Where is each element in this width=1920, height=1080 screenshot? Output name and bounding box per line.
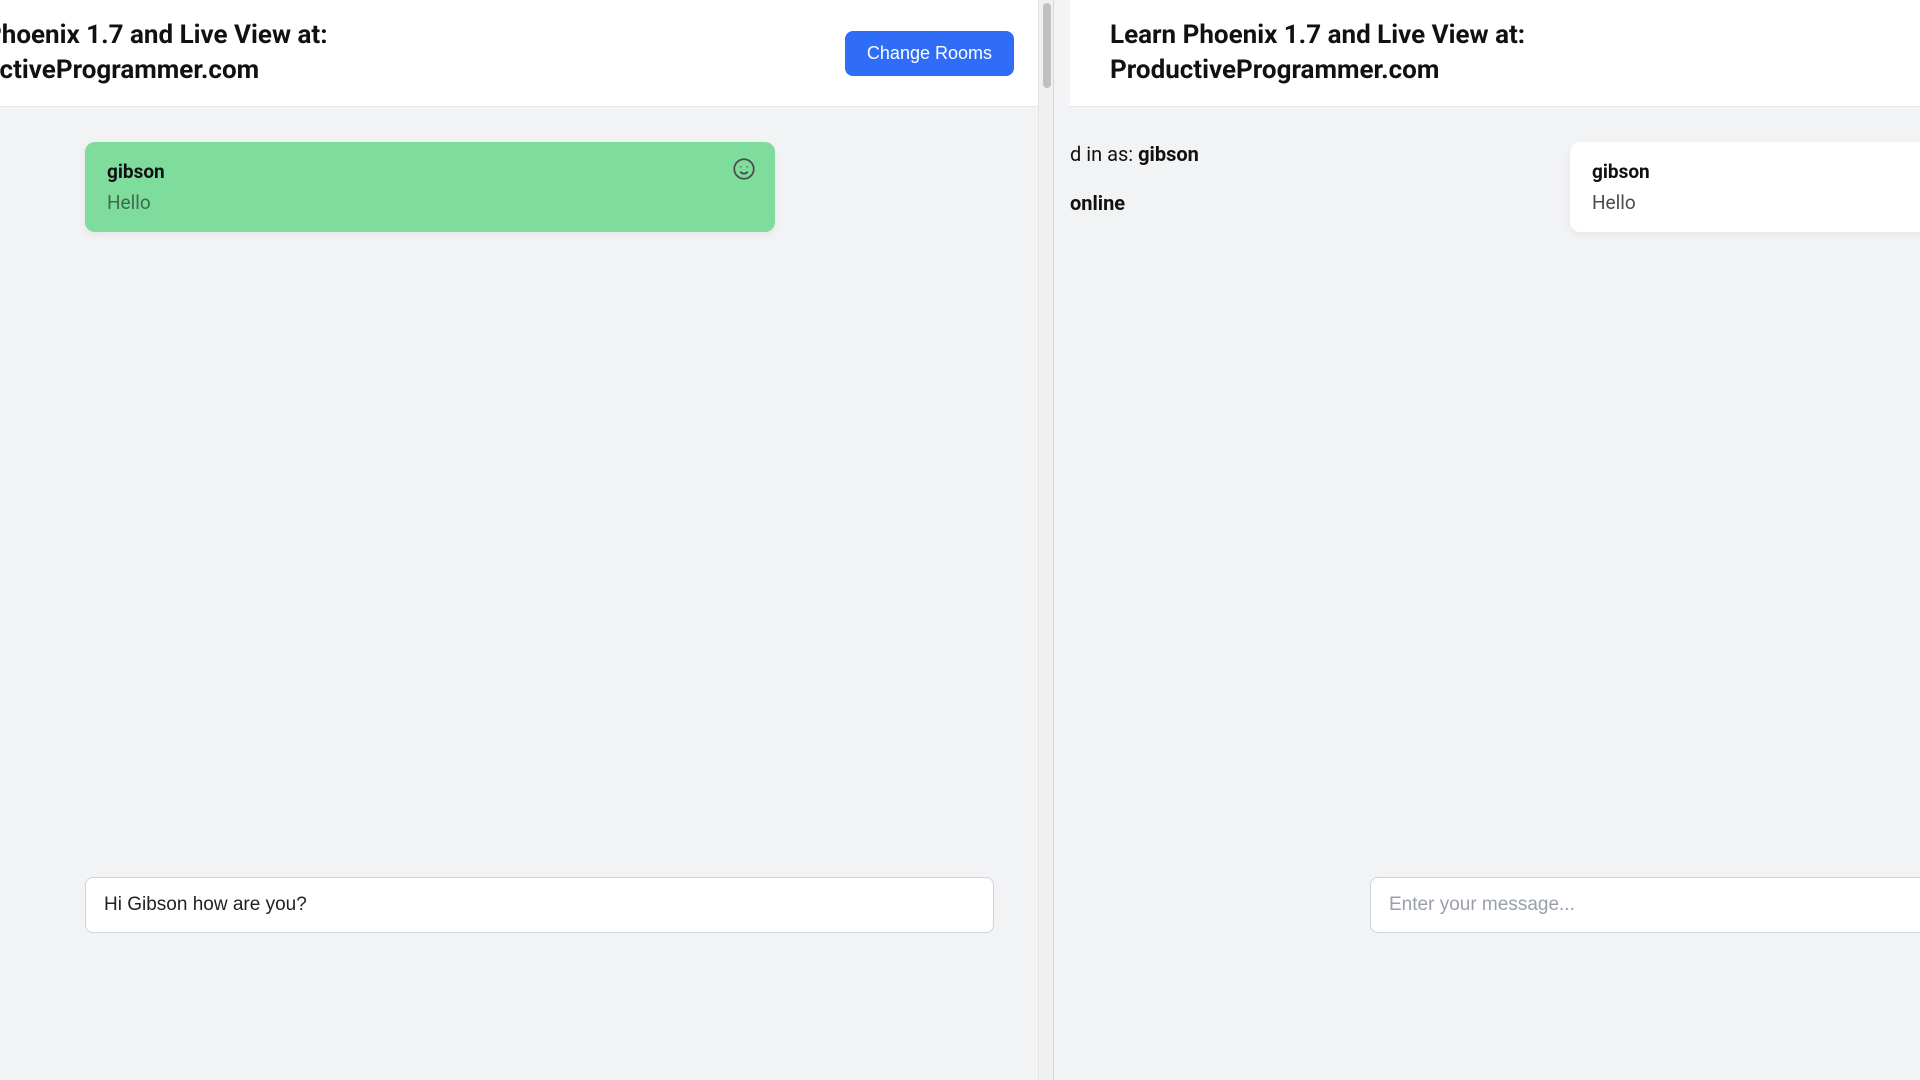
scrollbar-thumb[interactable] [1043,3,1051,88]
chat-body: d in as: gibson online gibson Hello [1070,107,1920,1077]
message-input[interactable] [85,877,994,933]
presence-label: online [1070,191,1125,215]
message-card: gibson Hello [1570,142,1920,232]
message-username: gibson [107,160,753,183]
smiley-icon[interactable] [731,156,757,182]
browser-window-right: Learn Phoenix 1.7 and Live View at: Prod… [1070,0,1920,1080]
browser-window-left: Phoenix 1.7 and Live View at: uctiveProg… [0,0,1054,1080]
chat-body: gibson Hello [0,107,1054,1077]
page-title: Phoenix 1.7 and Live View at: uctiveProg… [0,18,328,88]
message-composer [1370,877,1920,933]
message-card: gibson Hello [85,142,775,232]
logged-in-as: d in as: gibson [1070,142,1188,166]
change-rooms-button[interactable]: Change Rooms [845,31,1014,76]
message-composer [85,877,994,933]
message-username: gibson [1592,160,1920,183]
page-header: Learn Phoenix 1.7 and Live View at: Prod… [1070,0,1920,107]
page-header: Phoenix 1.7 and Live View at: uctiveProg… [0,0,1054,107]
presence-row: online [1070,191,1188,215]
sidebar-fragment: d in as: gibson online [1070,107,1188,240]
logged-in-label: d in as: [1070,142,1138,166]
message-input[interactable] [1370,877,1920,933]
logged-in-username: gibson [1138,142,1199,166]
message-text: Hello [1592,191,1920,214]
message-text: Hello [107,191,753,214]
page-title: Learn Phoenix 1.7 and Live View at: Prod… [1110,18,1525,88]
